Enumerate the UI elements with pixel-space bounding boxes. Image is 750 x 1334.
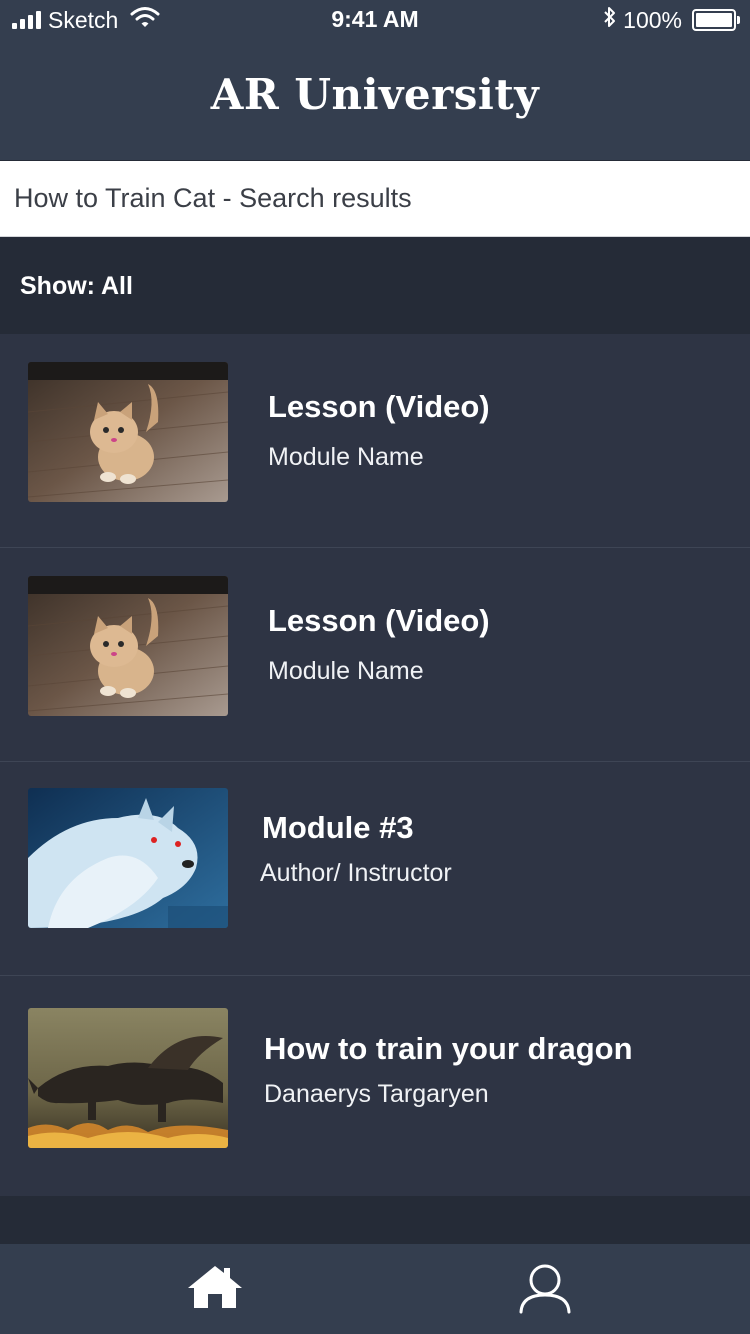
status-bar: Sketch 9:41 AM 100% (0, 0, 750, 40)
result-title: How to train your dragon (264, 1031, 633, 1066)
result-subtitle: Module Name (268, 443, 424, 471)
result-subtitle: Danaerys Targaryen (264, 1080, 489, 1108)
carrier-name: Sketch (48, 6, 119, 33)
dragon-thumbnail (28, 1008, 228, 1148)
battery-icon (692, 9, 740, 31)
result-item[interactable]: How to train your dragon Danaerys Targar… (0, 976, 750, 1196)
tab-bar (0, 1244, 750, 1334)
result-title: Lesson (Video) (268, 389, 490, 424)
wolf-thumbnail (28, 788, 228, 928)
filter-bar[interactable]: Show: All (0, 238, 750, 334)
result-item[interactable]: Lesson (Video) Module Name (0, 548, 750, 762)
result-subtitle: Module Name (268, 657, 424, 685)
search-results-bar[interactable]: How to Train Cat - Search results (0, 161, 750, 237)
filter-label[interactable]: Show: All (20, 272, 133, 301)
signal-icon (12, 11, 41, 29)
result-item[interactable]: Lesson (Video) Module Name (0, 334, 750, 548)
search-query-text: How to Train Cat - Search results (14, 183, 412, 213)
kitten-thumbnail (28, 362, 228, 502)
result-title: Lesson (Video) (268, 603, 490, 638)
result-subtitle: Author/ Instructor (260, 859, 452, 887)
home-icon[interactable] (186, 1262, 246, 1322)
profile-icon[interactable] (516, 1262, 576, 1322)
bluetooth-icon (603, 6, 617, 34)
app-header: Sketch 9:41 AM 100% AR University (0, 0, 750, 160)
wifi-icon (130, 6, 160, 34)
result-item[interactable]: Module #3 Author/ Instructor (0, 762, 750, 976)
kitten-thumbnail (28, 576, 228, 716)
app-title: AR University (210, 70, 540, 119)
results-list: Lesson (Video) Module Name Lesson (Video… (0, 334, 750, 1196)
battery-percent: 100% (623, 6, 682, 33)
result-title: Module #3 (262, 810, 414, 845)
